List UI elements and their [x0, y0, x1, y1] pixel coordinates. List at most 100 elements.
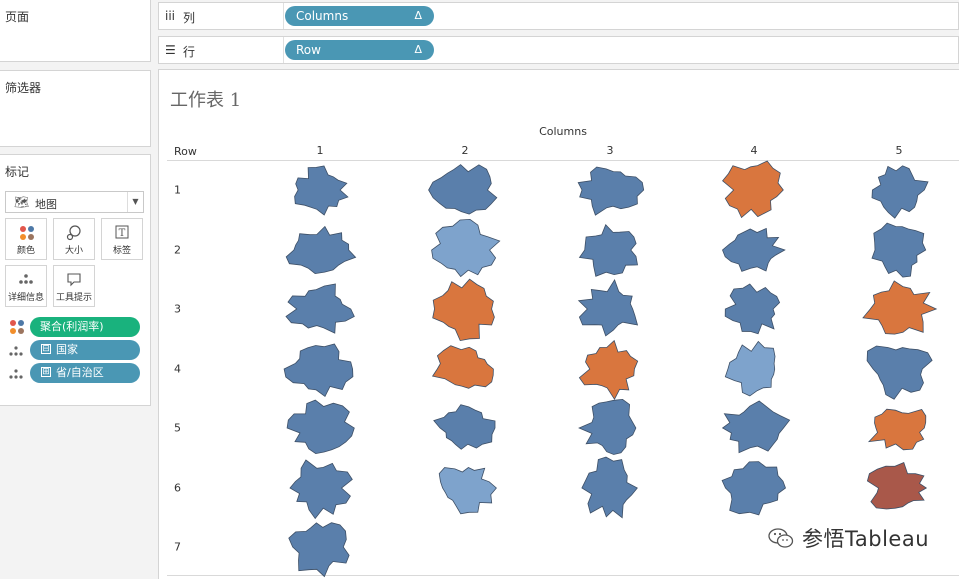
province-shape-r4-c1[interactable]	[280, 337, 360, 401]
country-pill-label: 国家	[56, 343, 78, 356]
province-shape-r1-c1[interactable]	[280, 158, 360, 222]
rows-icon: ☰	[165, 43, 176, 57]
shelf-divider	[283, 37, 284, 63]
tableau-workspace: 页面 筛选器 标记 🗺 地图 ▼ 颜色 大小 T 标签 详细信息 工具提示 聚合…	[0, 0, 959, 579]
mark-type-select[interactable]: 🗺 地图 ▼	[5, 191, 144, 213]
province-path[interactable]	[285, 225, 357, 275]
province-path[interactable]	[288, 522, 350, 578]
province-shape-r5-c1[interactable]	[280, 396, 360, 460]
province-shape-r6-c2[interactable]	[425, 456, 505, 520]
province-shape-r3-c4[interactable]	[714, 277, 794, 341]
province-shape-r3-c2[interactable]	[425, 277, 505, 342]
province-shape-r2-c4[interactable]	[714, 218, 794, 282]
province-path[interactable]	[862, 280, 938, 335]
province-path[interactable]	[431, 218, 501, 278]
filters-card[interactable]: 筛选器	[0, 70, 151, 147]
province-path[interactable]	[577, 166, 645, 216]
province-shape-r7-c1[interactable]	[280, 515, 360, 579]
province-shape-r6-c5[interactable]	[859, 456, 939, 520]
province-shape-r6-c3[interactable]	[570, 456, 650, 520]
province-path[interactable]	[866, 345, 933, 400]
column-label-5: 5	[895, 144, 903, 157]
columns-header-title: Columns	[539, 125, 587, 138]
province-path[interactable]	[433, 404, 496, 450]
size-button[interactable]: 大小	[53, 218, 95, 260]
province-shape-r5-c2[interactable]	[425, 396, 505, 460]
province-path[interactable]	[721, 461, 786, 516]
province-shape-r4-c5[interactable]	[859, 337, 939, 401]
marks-field-country[interactable]: ⊟ 国家	[8, 340, 143, 360]
province-shape-r3-c1[interactable]	[280, 277, 360, 341]
expand-icon[interactable]: ⊞	[41, 367, 51, 377]
rows-pill[interactable]: Row Δ	[285, 40, 434, 60]
province-path[interactable]	[578, 398, 637, 455]
province-path[interactable]	[283, 343, 354, 398]
color-button-label: 颜色	[16, 246, 35, 256]
province-path[interactable]	[438, 467, 497, 515]
province-path[interactable]	[722, 227, 786, 272]
columns-pill[interactable]: Columns Δ	[285, 6, 434, 26]
province-shape-r2-c5[interactable]	[859, 218, 939, 282]
province-path[interactable]	[578, 339, 639, 400]
province-path[interactable]	[577, 278, 639, 337]
tooltip-icon	[54, 272, 94, 291]
province-path[interactable]	[721, 400, 791, 454]
size-button-label: 大小	[64, 246, 83, 256]
rows-shelf[interactable]: ☰ 行 Row Δ	[158, 36, 959, 64]
marks-field-color[interactable]: 聚合(利润率)	[8, 317, 143, 337]
province-path[interactable]	[871, 222, 927, 278]
province-path[interactable]	[866, 461, 928, 510]
svg-text:T: T	[119, 228, 126, 239]
marks-title: 标记	[5, 165, 30, 179]
province-shape-r4-c2[interactable]	[425, 337, 505, 401]
province-shape-r4-c3[interactable]	[570, 337, 650, 401]
detail-button[interactable]: 详细信息	[5, 265, 47, 307]
province-shape-r1-c4[interactable]	[714, 158, 794, 222]
province-path[interactable]	[428, 164, 498, 215]
province-pill[interactable]: ⊞ 省/自治区	[30, 363, 140, 383]
province-path[interactable]	[286, 399, 355, 455]
province-shape-r6-c4[interactable]	[714, 456, 794, 520]
province-path[interactable]	[432, 278, 495, 342]
province-shape-r5-c5[interactable]	[859, 396, 939, 460]
province-shape-r2-c1[interactable]	[280, 218, 360, 282]
province-shape-r1-c2[interactable]	[425, 158, 505, 222]
row-label-1: 1	[174, 183, 181, 197]
province-path[interactable]	[722, 160, 784, 219]
label-button[interactable]: T 标签	[101, 218, 143, 260]
marks-field-province[interactable]: ⊞ 省/自治区	[8, 363, 143, 383]
province-shape-r4-c4[interactable]	[714, 337, 794, 401]
province-shape-r2-c3[interactable]	[570, 218, 650, 282]
province-path[interactable]	[294, 165, 349, 216]
profit-ratio-pill[interactable]: 聚合(利润率)	[30, 317, 140, 337]
left-panel: 页面 筛选器 标记 🗺 地图 ▼ 颜色 大小 T 标签 详细信息 工具提示 聚合…	[0, 0, 151, 579]
label-icon: T	[102, 225, 142, 243]
province-path[interactable]	[285, 283, 355, 334]
row-label-5: 5	[174, 421, 181, 435]
pages-card[interactable]: 页面	[0, 0, 151, 62]
province-shape-r2-c2[interactable]	[425, 218, 505, 282]
province-path[interactable]	[578, 223, 638, 277]
province-shape-r3-c5[interactable]	[859, 277, 939, 341]
province-path[interactable]	[867, 408, 927, 451]
province-path[interactable]	[581, 456, 638, 519]
province-path[interactable]	[871, 165, 929, 219]
collapse-icon[interactable]: ⊟	[41, 344, 51, 354]
province-path[interactable]	[289, 459, 353, 520]
country-pill[interactable]: ⊟ 国家	[30, 340, 140, 360]
province-shape-r5-c3[interactable]	[570, 396, 650, 460]
province-path[interactable]	[724, 283, 781, 335]
marks-card: 标记 🗺 地图 ▼ 颜色 大小 T 标签 详细信息 工具提示 聚合(利润率) ⊟…	[0, 154, 151, 406]
dropdown-arrow-icon[interactable]: ▼	[127, 192, 143, 212]
province-shape-r3-c3[interactable]	[570, 277, 650, 341]
color-button[interactable]: 颜色	[5, 218, 47, 260]
province-shape-r1-c3[interactable]	[570, 158, 650, 222]
columns-shelf[interactable]: iii 列 Columns Δ	[158, 2, 959, 30]
tooltip-button[interactable]: 工具提示	[53, 265, 95, 307]
province-path[interactable]	[724, 340, 776, 397]
province-path[interactable]	[431, 345, 494, 389]
province-shape-r1-c5[interactable]	[859, 158, 939, 222]
province-shape-r5-c4[interactable]	[714, 396, 794, 460]
province-shape-r6-c1[interactable]	[280, 456, 360, 520]
sheet-view[interactable]: 工作表 1 Columns Row 1 2 3 4 5 1 2 3 4 5 6 7	[158, 69, 959, 579]
